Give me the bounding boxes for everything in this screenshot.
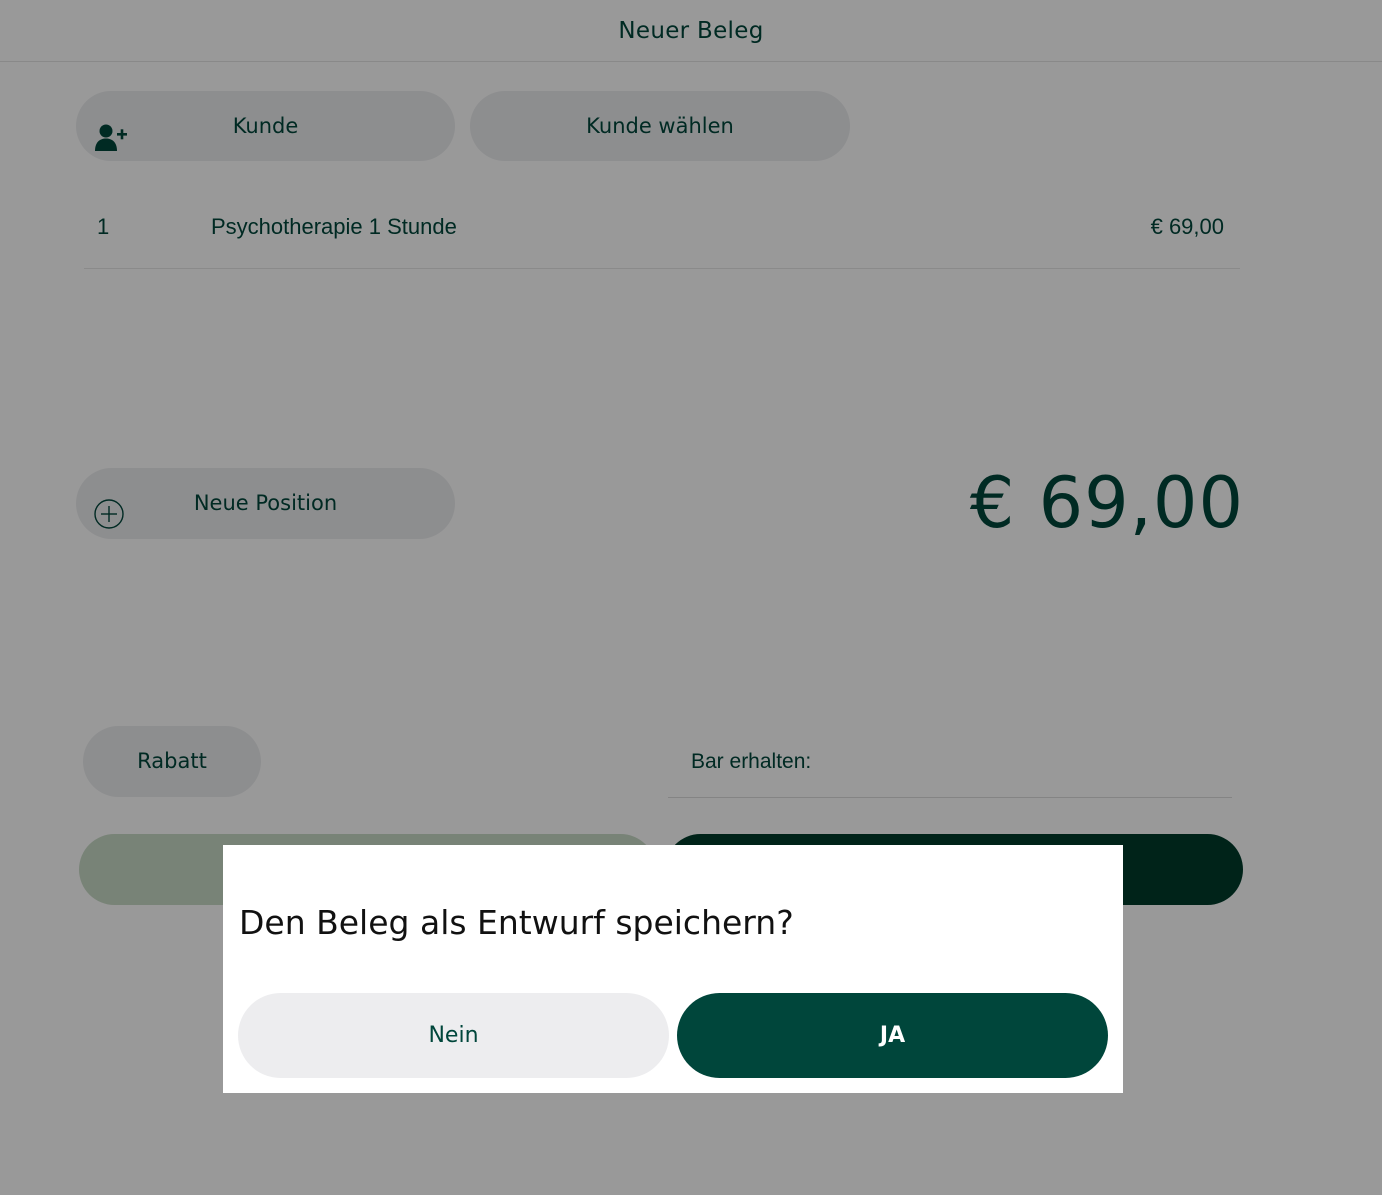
no-button[interactable]: Nein bbox=[238, 993, 669, 1078]
yes-button[interactable]: JA bbox=[677, 993, 1108, 1078]
save-draft-dialog: Den Beleg als Entwurf speichern? Nein JA bbox=[223, 845, 1123, 1093]
dialog-title: Den Beleg als Entwurf speichern? bbox=[239, 903, 794, 942]
